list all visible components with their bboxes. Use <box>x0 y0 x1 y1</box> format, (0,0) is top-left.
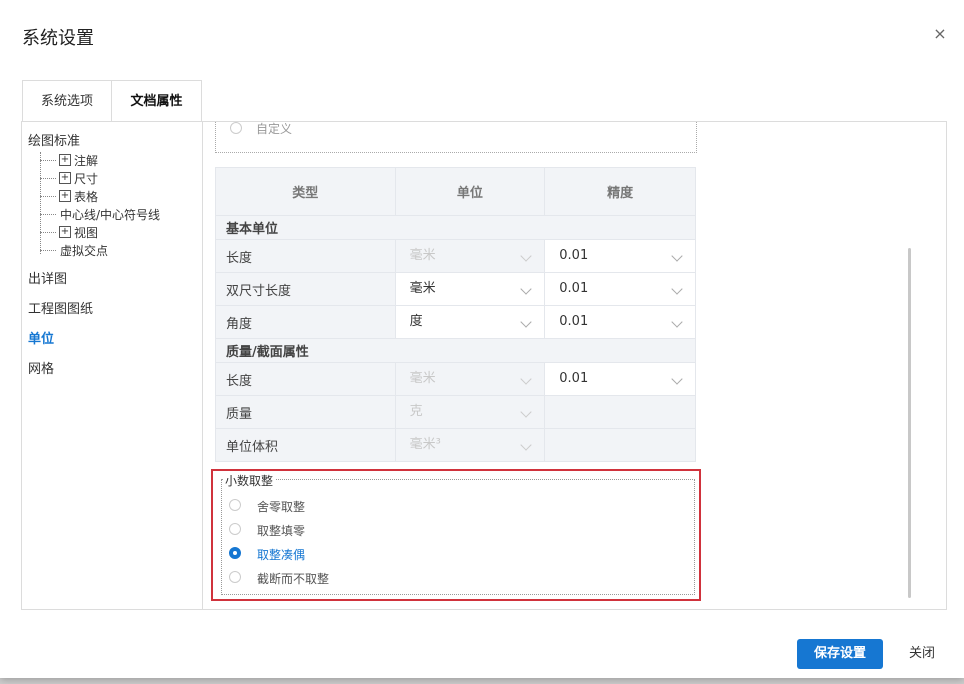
tree-item-label: 中心线/中心符号线 <box>60 208 161 222</box>
column-header-precision: 精度 <box>544 167 696 216</box>
radio-custom[interactable] <box>230 122 242 134</box>
tree-connector <box>40 152 41 254</box>
unit-select: 毫米 <box>396 363 545 395</box>
chevron-down-icon <box>671 250 683 262</box>
expand-icon[interactable]: + <box>59 190 71 202</box>
decimal-rounding-highlight: 小数取整 舍零取整 取整填零 取整凑偶 截断而不取整 <box>211 469 701 601</box>
unit-select: 克 <box>396 396 545 428</box>
radio-button[interactable] <box>229 571 241 583</box>
table-row: 双尺寸长度 毫米 0.01 <box>215 272 696 306</box>
table-row: 长度 毫米 0.01 <box>215 239 696 273</box>
column-header-unit: 单位 <box>394 167 546 216</box>
units-content: 自定义 类型 单位 精度 基本单位 长度 毫米 0.01 双尺寸长度 毫米 0.… <box>203 122 946 609</box>
expand-icon[interactable]: + <box>59 172 71 184</box>
nav-detailing[interactable]: 出详图 <box>28 268 67 287</box>
precision-select[interactable]: 0.01 <box>545 363 695 395</box>
chevron-down-icon <box>520 406 532 418</box>
close-button[interactable]: 关闭 <box>905 639 939 669</box>
group-mass-properties: 质量/截面属性 <box>215 338 696 363</box>
nav-grid[interactable]: 网格 <box>28 358 54 377</box>
radio-button[interactable] <box>229 499 241 511</box>
option-label: 舍零取整 <box>257 500 306 514</box>
unit-select[interactable]: 度 <box>396 306 545 338</box>
radio-button-checked[interactable] <box>229 547 241 559</box>
unit-select[interactable]: 毫米 <box>396 273 545 305</box>
tab-system-options[interactable]: 系统选项 <box>22 80 112 122</box>
tab-document-properties[interactable]: 文档属性 <box>111 80 202 122</box>
nav-tree: 绘图标准 + 注解 + 尺寸 + 表格 中心线/中心符号线 + 视图 虚拟交点 … <box>22 122 203 609</box>
nav-units[interactable]: 单位 <box>28 328 54 347</box>
row-label: 长度 <box>215 239 396 273</box>
tree-item-label: 尺寸 <box>74 172 99 186</box>
decimal-rounding-legend: 小数取整 <box>223 472 276 489</box>
chevron-down-icon <box>520 316 532 328</box>
nav-drawing-sheet[interactable]: 工程图图纸 <box>28 298 93 317</box>
row-label: 单位体积 <box>215 428 396 462</box>
vertical-scrollbar[interactable] <box>908 248 911 598</box>
chevron-down-icon <box>520 250 532 262</box>
nav-drawing-standard[interactable]: 绘图标准 <box>28 130 80 149</box>
system-settings-dialog: 系统设置 × 系统选项 文档属性 绘图标准 + 注解 + 尺寸 + 表格 中心线… <box>0 0 964 678</box>
table-row: 角度 度 0.01 <box>215 305 696 339</box>
row-label: 质量 <box>215 395 396 429</box>
previous-option-group: 自定义 <box>215 122 697 153</box>
chevron-down-icon <box>671 373 683 385</box>
chevron-down-icon <box>520 373 532 385</box>
precision-empty <box>544 428 696 462</box>
dialog-title: 系统设置 <box>22 28 94 49</box>
group-basic-units: 基本单位 <box>215 215 696 240</box>
precision-select[interactable]: 0.01 <box>545 240 695 272</box>
option-label: 自定义 <box>256 122 293 136</box>
chevron-down-icon <box>671 316 683 328</box>
expand-icon[interactable]: + <box>59 154 71 166</box>
chevron-down-icon <box>520 439 532 451</box>
table-row: 单位体积 毫米³ <box>215 428 696 462</box>
precision-empty <box>544 395 696 429</box>
table-row: 质量 克 <box>215 395 696 429</box>
tree-item-label: 视图 <box>74 226 99 240</box>
option-label: 取整凑偶 <box>257 548 306 562</box>
close-icon[interactable]: × <box>932 26 948 42</box>
save-settings-button[interactable]: 保存设置 <box>797 639 883 669</box>
tree-item-label: 注解 <box>74 154 99 168</box>
unit-select: 毫米³ <box>396 429 545 461</box>
tree-item-label: 虚拟交点 <box>60 244 109 258</box>
precision-select[interactable]: 0.01 <box>545 306 695 338</box>
column-header-type: 类型 <box>215 167 396 216</box>
option-label: 取整填零 <box>257 524 306 538</box>
row-label: 双尺寸长度 <box>215 272 396 306</box>
radio-button[interactable] <box>229 523 241 535</box>
tree-item-label: 表格 <box>74 190 99 204</box>
precision-select[interactable]: 0.01 <box>545 273 695 305</box>
chevron-down-icon <box>671 283 683 295</box>
row-label: 角度 <box>215 305 396 339</box>
units-table: 类型 单位 精度 基本单位 长度 毫米 0.01 双尺寸长度 毫米 0.01 角… <box>215 167 696 462</box>
unit-select: 毫米 <box>396 240 545 272</box>
settings-panel: 绘图标准 + 注解 + 尺寸 + 表格 中心线/中心符号线 + 视图 虚拟交点 … <box>21 121 947 610</box>
option-label: 截断而不取整 <box>257 572 330 586</box>
table-row: 长度 毫米 0.01 <box>215 362 696 396</box>
row-label: 长度 <box>215 362 396 396</box>
chevron-down-icon <box>520 283 532 295</box>
expand-icon[interactable]: + <box>59 226 71 238</box>
